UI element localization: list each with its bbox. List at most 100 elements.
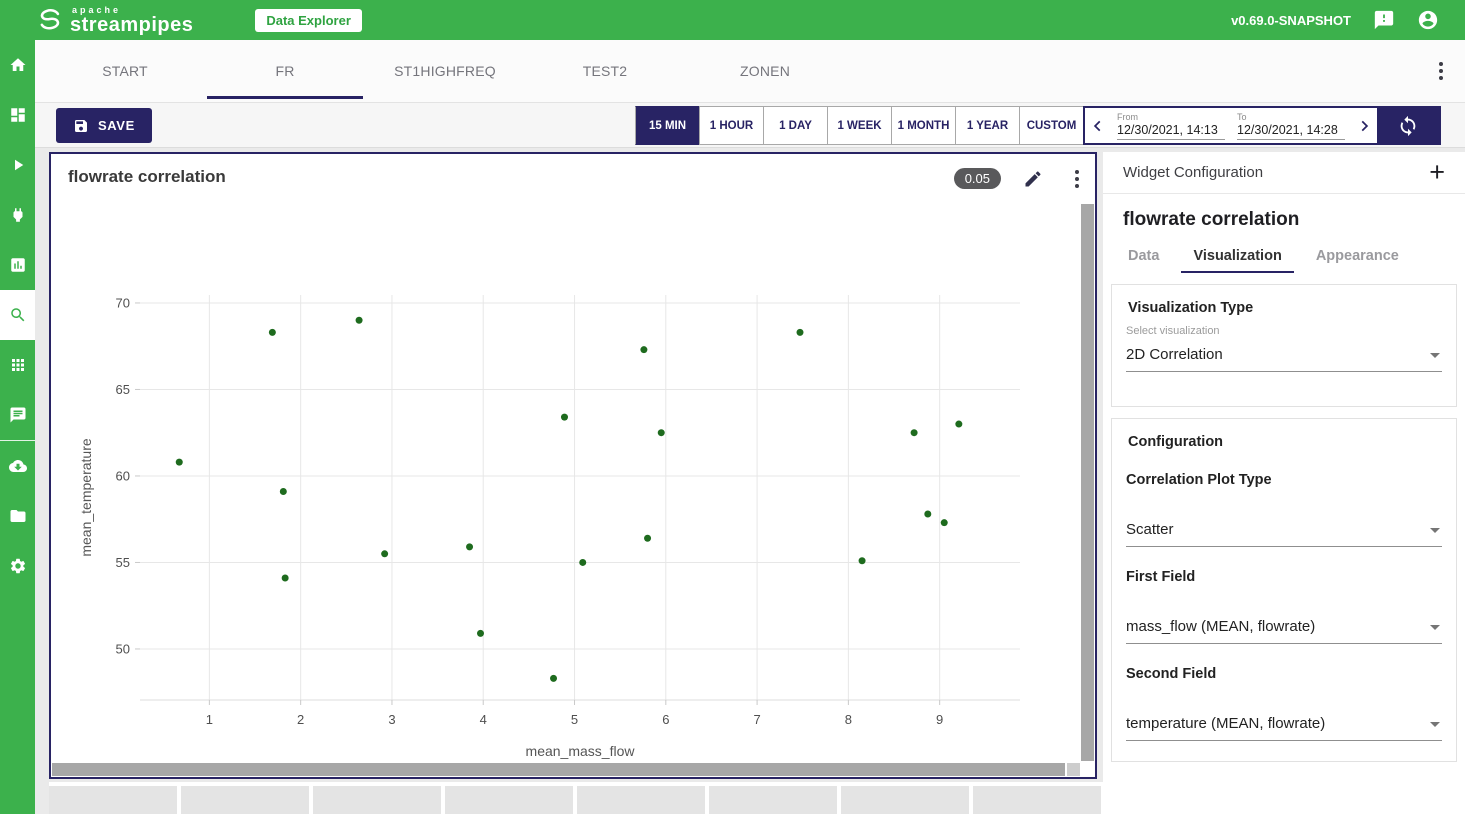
nav-data-explorer[interactable] <box>0 290 35 340</box>
to-value[interactable]: 12/30/2021, 14:28 <box>1237 122 1345 140</box>
scatter-point <box>658 429 665 436</box>
widget-grid-cell <box>709 786 837 814</box>
time-range-1-day[interactable]: 1 DAY <box>763 106 827 145</box>
to-datetime-field[interactable]: To 12/30/2021, 14:28 <box>1237 108 1345 143</box>
tab-test2[interactable]: TEST2 <box>525 40 685 102</box>
nav-home[interactable] <box>0 40 35 90</box>
pipelines-play-icon <box>9 156 27 174</box>
dashboard-tabs: STARTFRST1HIGHFREQTEST2ZONEN <box>45 40 845 102</box>
svg-text:5: 5 <box>571 712 578 727</box>
svg-text:mean_temperature: mean_temperature <box>78 438 94 557</box>
edit-widget-button[interactable] <box>1023 169 1043 194</box>
nav-settings[interactable] <box>0 541 35 591</box>
chevron-left-icon <box>1091 119 1105 133</box>
nav-dashboard[interactable] <box>0 90 35 140</box>
nav-files[interactable] <box>0 491 35 541</box>
scatter-point <box>269 329 276 336</box>
widget-grid-cell <box>445 786 573 814</box>
nav-notifications[interactable] <box>0 390 35 440</box>
time-range-1-month[interactable]: 1 MONTH <box>891 106 955 145</box>
config-tab-data[interactable]: Data <box>1116 242 1171 273</box>
configuration-card: Configuration Correlation Plot Type Scatt… <box>1111 418 1457 762</box>
time-range-1-year[interactable]: 1 YEAR <box>955 106 1019 145</box>
save-icon <box>73 118 89 134</box>
add-widget-button[interactable]: + <box>1429 159 1445 186</box>
nav-install[interactable] <box>0 441 35 491</box>
scatter-point <box>550 675 557 682</box>
nav-live-dashboard[interactable] <box>0 240 35 290</box>
config-field-label: First Field <box>1126 569 1442 585</box>
chevron-down-icon <box>1430 625 1440 630</box>
save-button[interactable]: SAVE <box>56 108 152 143</box>
nav-apps[interactable] <box>0 340 35 390</box>
account-icon[interactable] <box>1417 9 1439 31</box>
nav-pipelines[interactable] <box>0 140 35 190</box>
home-icon <box>9 56 27 74</box>
configuration-fields: Correlation Plot Type Scatter First Field m… <box>1126 472 1442 741</box>
notifications-chat-icon <box>9 406 27 424</box>
top-app-bar: apache streampipes Data Explorer v0.69.0… <box>0 0 1465 40</box>
streampipes-logo: apache streampipes <box>34 5 193 35</box>
config-field: Second Fieldtemperature (MEAN, flowrate) <box>1126 666 1442 741</box>
live-dashboard-chart-icon <box>9 256 27 274</box>
visualization-type-select[interactable]: 2D Correlation <box>1126 341 1442 372</box>
config-field-label: Correlation Plot Type <box>1126 472 1442 488</box>
widget-menu-button[interactable] <box>1075 170 1079 188</box>
connect-plug-icon <box>9 206 27 224</box>
scatter-point <box>282 575 289 582</box>
tab-start[interactable]: START <box>45 40 205 102</box>
sync-refresh-icon <box>1397 115 1419 137</box>
datetime-range-box: From 12/30/2021, 14:13 To 12/30/2021, 14… <box>1083 106 1441 145</box>
tab-fr[interactable]: FR <box>205 40 365 102</box>
horizontal-scrollbar[interactable] <box>52 763 1065 776</box>
time-range-1-week[interactable]: 1 WEEK <box>827 106 891 145</box>
time-range-1-hour[interactable]: 1 HOUR <box>699 106 763 145</box>
tab-st1highfreq[interactable]: ST1HIGHFREQ <box>365 40 525 102</box>
from-datetime-field[interactable]: From 12/30/2021, 14:13 <box>1117 108 1225 143</box>
vertical-scrollbar[interactable] <box>1081 204 1094 761</box>
svg-text:50: 50 <box>116 641 130 656</box>
config-tabs: Data Visualization Appearance <box>1103 242 1465 273</box>
left-nav-sidebar <box>0 40 35 814</box>
dashboard-tabs-menu[interactable] <box>1439 40 1443 102</box>
configuration-title: Configuration <box>1128 434 1442 450</box>
widget-grid-cell <box>973 786 1101 814</box>
more-vertical-icon <box>1075 170 1079 188</box>
chevron-down-icon <box>1430 722 1440 727</box>
logo-streampipes-text: streampipes <box>70 15 193 35</box>
svg-text:mean_mass_flow: mean_mass_flow <box>526 743 636 759</box>
visualization-type-title: Visualization Type <box>1128 300 1442 316</box>
settings-gear-icon <box>9 557 27 575</box>
scrollbar-corner <box>1067 763 1080 776</box>
scatter-point <box>176 459 183 466</box>
scatter-point <box>579 559 586 566</box>
time-range-custom[interactable]: CUSTOM <box>1019 106 1083 145</box>
data-explorer-search-icon <box>9 306 27 324</box>
widget-grid-cell <box>841 786 969 814</box>
chevron-down-icon <box>1430 528 1440 533</box>
explorer-toolbar: SAVE 15 MIN1 HOUR1 DAY1 WEEK1 MONTH1 YEA… <box>35 103 1465 148</box>
config-tab-appearance[interactable]: Appearance <box>1304 242 1411 273</box>
config-field-select-second-field[interactable]: temperature (MEAN, flowrate) <box>1126 710 1442 741</box>
version-label: v0.69.0-SNAPSHOT <box>1231 13 1351 28</box>
config-tab-visualization[interactable]: Visualization <box>1181 242 1293 273</box>
feedback-icon[interactable] <box>1373 9 1395 31</box>
scatter-plot: 1234567895055606570mean_mass_flowmean_te… <box>51 272 1095 772</box>
scatter-point <box>640 346 647 353</box>
previous-range-button[interactable] <box>1085 108 1111 143</box>
dashboard-tabbar: STARTFRST1HIGHFREQTEST2ZONEN <box>35 40 1465 103</box>
tab-zonen[interactable]: ZONEN <box>685 40 845 102</box>
svg-text:7: 7 <box>753 712 760 727</box>
config-field-select-first-field[interactable]: mass_flow (MEAN, flowrate) <box>1126 613 1442 644</box>
refresh-button[interactable] <box>1377 108 1439 143</box>
config-field-select-correlation-plot-type[interactable]: Scatter <box>1126 516 1442 547</box>
scatter-point <box>280 488 287 495</box>
time-range-15-min[interactable]: 15 MIN <box>635 106 699 145</box>
from-value[interactable]: 12/30/2021, 14:13 <box>1117 122 1225 140</box>
nav-connect[interactable] <box>0 190 35 240</box>
widget-grid-cell <box>181 786 309 814</box>
scatter-point <box>381 550 388 557</box>
scatter-point <box>797 329 804 336</box>
next-range-button[interactable] <box>1351 108 1377 143</box>
config-widget-title: flowrate correlation <box>1123 209 1445 231</box>
